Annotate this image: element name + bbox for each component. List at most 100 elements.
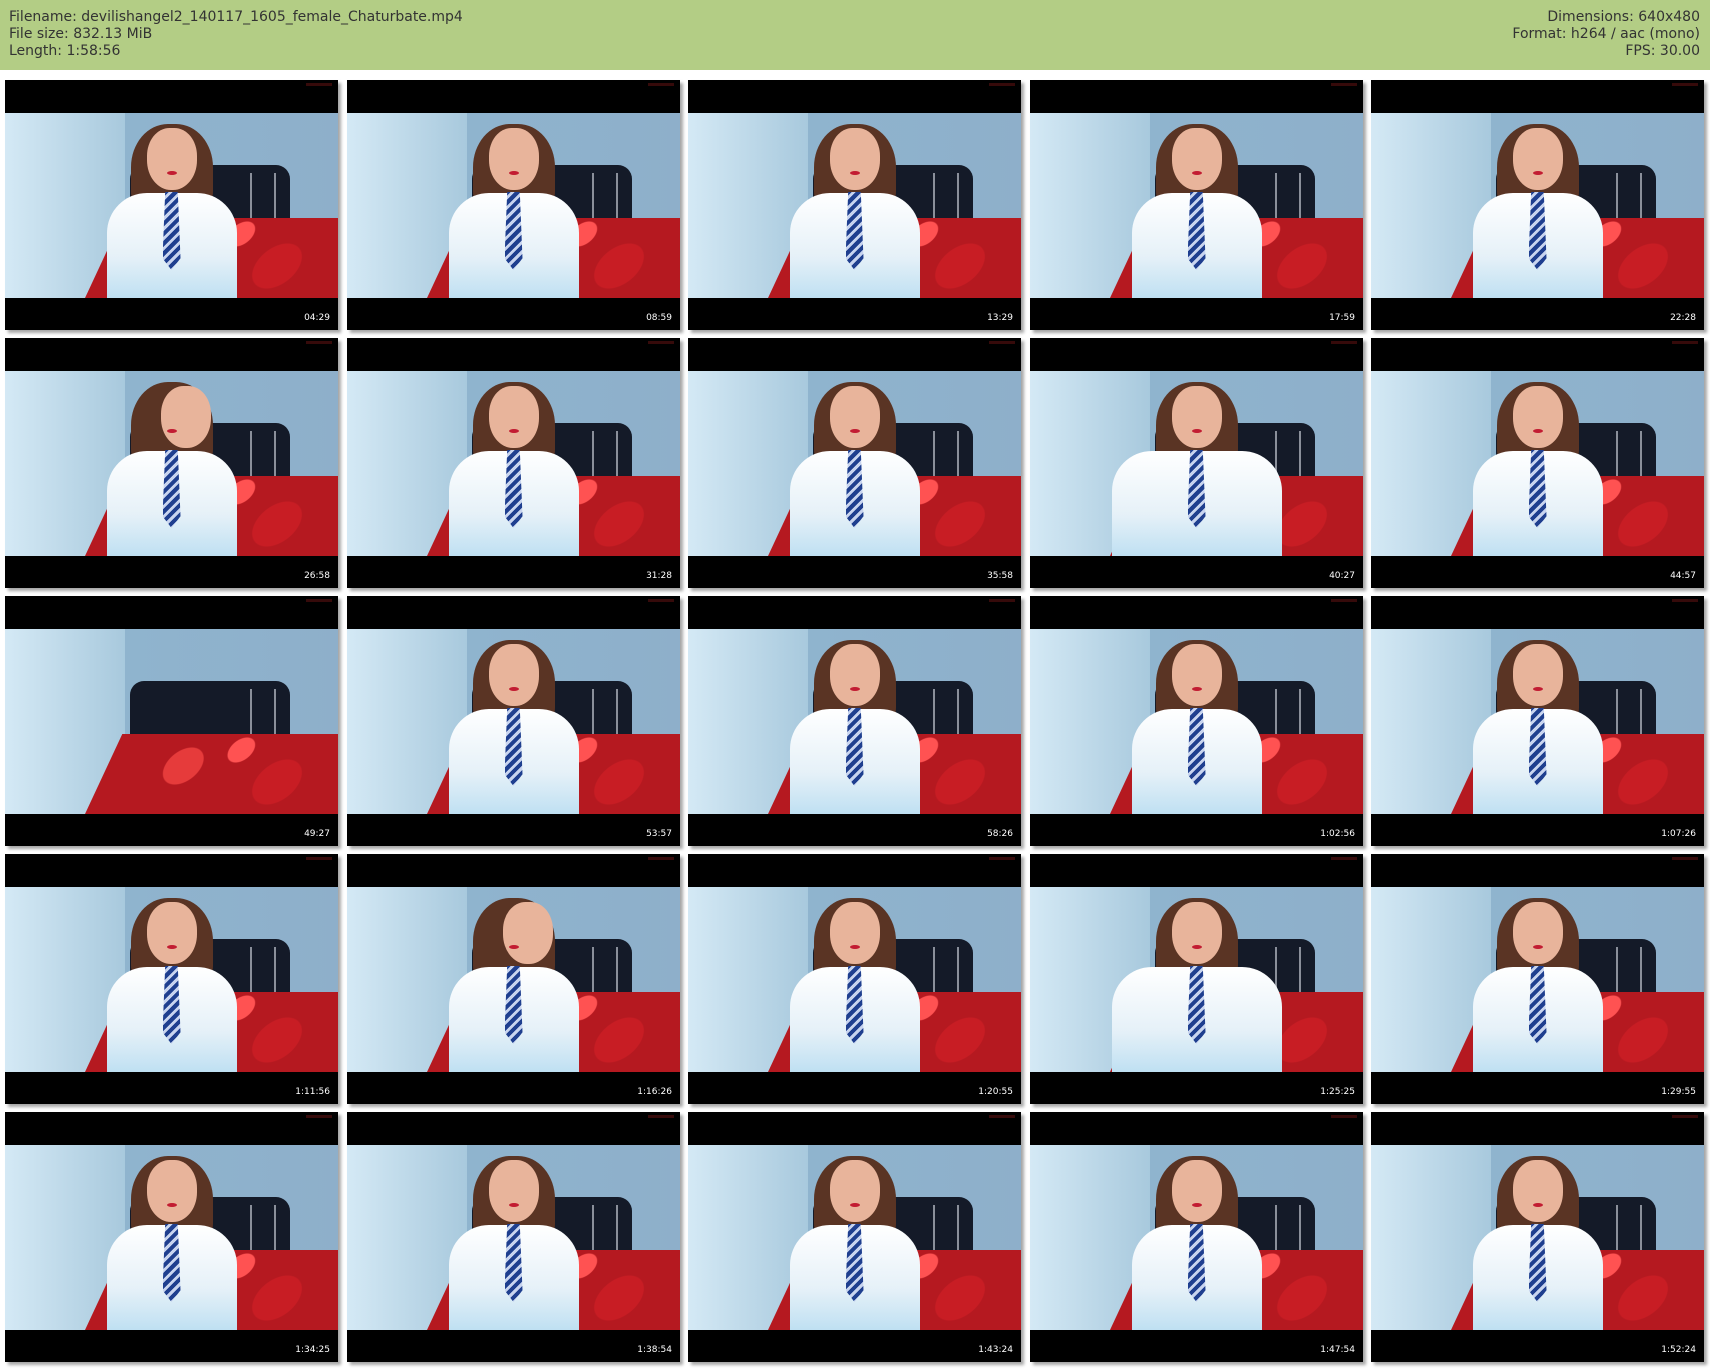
video-frame [1371, 113, 1704, 298]
video-thumbnail: 1:47:54 [1030, 1112, 1363, 1362]
person [780, 1156, 930, 1330]
person [780, 124, 930, 298]
person [439, 382, 589, 556]
person [97, 382, 247, 556]
timestamp-label: 58:26 [987, 829, 1013, 839]
timestamp-label: 1:20:55 [978, 1087, 1013, 1097]
video-thumbnail: 13:29 [688, 80, 1021, 330]
video-thumbnail: 22:28 [1371, 80, 1704, 330]
person [1463, 1156, 1613, 1330]
person [780, 382, 930, 556]
watermark-mark [989, 1115, 1015, 1118]
person [780, 898, 930, 1072]
timestamp-label: 1:02:56 [1320, 829, 1355, 839]
video-thumbnail: 53:57 [347, 596, 680, 846]
bed [85, 734, 338, 814]
video-frame [688, 887, 1021, 1072]
watermark-mark [306, 599, 332, 602]
watermark-mark [1331, 1115, 1357, 1118]
watermark-mark [306, 1115, 332, 1118]
person [97, 124, 247, 298]
person [1111, 898, 1282, 1072]
timestamp-label: 40:27 [1329, 571, 1355, 581]
timestamp-label: 1:34:25 [295, 1345, 330, 1355]
person [439, 1156, 589, 1330]
video-frame [688, 1145, 1021, 1330]
timestamp-label: 26:58 [304, 571, 330, 581]
video-frame [5, 371, 338, 556]
timestamp-label: 1:52:24 [1661, 1345, 1696, 1355]
timestamp-label: 49:27 [304, 829, 330, 839]
video-thumbnail: 1:29:55 [1371, 854, 1704, 1104]
person [1463, 898, 1613, 1072]
video-thumbnail: 49:27 [5, 596, 338, 846]
person [1463, 640, 1613, 814]
timestamp-label: 22:28 [1670, 313, 1696, 323]
video-frame [347, 1145, 680, 1330]
person [1111, 382, 1282, 556]
watermark-mark [1672, 1115, 1698, 1118]
timestamp-label: 1:43:24 [978, 1345, 1013, 1355]
video-thumbnail: 1:43:24 [688, 1112, 1021, 1362]
video-frame [1371, 629, 1704, 814]
person [1122, 1156, 1272, 1330]
video-thumbnail: 40:27 [1030, 338, 1363, 588]
video-thumbnail: 1:16:26 [347, 854, 680, 1104]
timestamp-label: 04:29 [304, 313, 330, 323]
person [439, 640, 589, 814]
video-frame [1371, 371, 1704, 556]
person [97, 1156, 247, 1330]
video-thumbnail: 1:38:54 [347, 1112, 680, 1362]
timestamp-label: 1:38:54 [637, 1345, 672, 1355]
timestamp-label: 44:57 [1670, 571, 1696, 581]
video-frame [1030, 629, 1363, 814]
timestamp-label: 13:29 [987, 313, 1013, 323]
video-thumbnail: 44:57 [1371, 338, 1704, 588]
watermark-mark [648, 83, 674, 86]
video-frame [347, 371, 680, 556]
person [439, 124, 589, 298]
timestamp-label: 1:07:26 [1661, 829, 1696, 839]
video-frame [1030, 1145, 1363, 1330]
watermark-mark [1331, 599, 1357, 602]
watermark-mark [1672, 83, 1698, 86]
watermark-mark [648, 1115, 674, 1118]
video-frame [5, 113, 338, 298]
watermark-mark [306, 83, 332, 86]
video-frame [1371, 1145, 1704, 1330]
video-thumbnail: 1:25:25 [1030, 854, 1363, 1104]
person [439, 898, 589, 1072]
video-frame [347, 629, 680, 814]
video-thumbnail: 17:59 [1030, 80, 1363, 330]
video-thumbnail: 1:20:55 [688, 854, 1021, 1104]
timestamp-label: 35:58 [987, 571, 1013, 581]
timestamp-label: 1:47:54 [1320, 1345, 1355, 1355]
watermark-mark [648, 857, 674, 860]
timestamp-label: 31:28 [646, 571, 672, 581]
video-frame [347, 887, 680, 1072]
video-thumbnail: 26:58 [5, 338, 338, 588]
video-frame [1030, 113, 1363, 298]
person [1122, 640, 1272, 814]
video-frame [1371, 887, 1704, 1072]
video-frame [5, 887, 338, 1072]
watermark-mark [306, 341, 332, 344]
watermark-mark [989, 857, 1015, 860]
person [1122, 124, 1272, 298]
video-frame [688, 629, 1021, 814]
watermark-mark [648, 599, 674, 602]
watermark-mark [1331, 83, 1357, 86]
person [1463, 124, 1613, 298]
person [1463, 382, 1613, 556]
video-frame [5, 1145, 338, 1330]
video-thumbnail: 1:07:26 [1371, 596, 1704, 846]
watermark-mark [1672, 599, 1698, 602]
video-thumbnail: 08:59 [347, 80, 680, 330]
video-thumbnail: 31:28 [347, 338, 680, 588]
video-frame [688, 113, 1021, 298]
timestamp-label: 53:57 [646, 829, 672, 839]
watermark-mark [1672, 341, 1698, 344]
watermark-mark [306, 857, 332, 860]
timestamp-label: 1:16:26 [637, 1087, 672, 1097]
timestamp-label: 08:59 [646, 313, 672, 323]
